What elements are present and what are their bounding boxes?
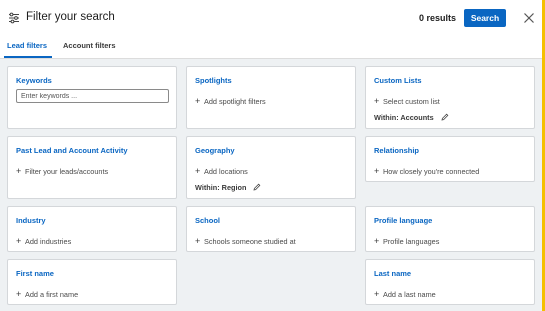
plus-icon: + [16,236,22,246]
filter-title-custom-lists: Custom Lists [374,76,422,85]
plus-icon: + [195,236,201,246]
plus-icon: + [16,289,22,299]
plus-icon: + [374,166,380,176]
filter-title-profile-language: Profile language [374,216,433,225]
within-text: Within: Accounts [374,113,434,122]
close-icon[interactable] [523,12,535,24]
pencil-icon[interactable] [253,183,261,191]
action-label: Add a last name [383,290,436,299]
filter-title-spotlights: Spotlights [195,76,232,85]
filter-card-last-name: Last name + Add a last name [365,259,535,305]
add-industries-button[interactable]: + Add industries [16,236,71,246]
filter-card-geography: Geography + Add locations Within: Region [186,136,356,199]
add-profile-language-button[interactable]: + Profile languages [374,236,439,246]
filter-title-past-activity: Past Lead and Account Activity [16,146,128,155]
add-school-button[interactable]: + Schools someone studied at [195,236,296,246]
plus-icon: + [195,96,201,106]
search-button[interactable]: Search [464,9,506,27]
action-label: Select custom list [383,97,440,106]
tab-lead-filters[interactable]: Lead filters [7,41,47,50]
within-label: Within: Region [195,183,261,192]
filter-card-profile-language: Profile language + Profile languages [365,206,535,252]
pencil-icon[interactable] [441,113,449,121]
add-spotlight-button[interactable]: + Add spotlight filters [195,96,266,106]
filter-card-industry: Industry + Add industries [7,206,177,252]
filter-leads-accounts-button[interactable]: + Filter your leads/accounts [16,166,108,176]
action-label: Add industries [25,237,72,246]
filter-tabs: Lead filters Account filters [0,36,545,59]
filter-title-geography: Geography [195,146,235,155]
filter-card-custom-lists: Custom Lists + Select custom list Within:… [365,66,535,129]
action-label: Add a first name [25,290,79,299]
keywords-input[interactable] [16,89,169,103]
add-locations-button[interactable]: + Add locations [195,166,248,176]
add-relationship-button[interactable]: + How closely you're connected [374,166,479,176]
plus-icon: + [16,166,22,176]
action-label: Add locations [204,167,248,176]
filter-title-keywords: Keywords [16,76,52,85]
filter-card-past-activity: Past Lead and Account Activity + Filter y… [7,136,177,199]
plus-icon: + [374,96,380,106]
filter-title-last-name: Last name [374,269,412,278]
modal-header: Filter your search 0 results Search [0,0,545,36]
filter-card-school: School + Schools someone studied at [186,206,356,252]
filter-title-relationship: Relationship [374,146,420,155]
filter-card-relationship: Relationship + How closely you're connect… [365,136,535,182]
sliders-icon [9,12,19,24]
action-label: Schools someone studied at [204,237,296,246]
plus-icon: + [374,236,380,246]
filter-card-first-name: First name + Add a first name [7,259,177,305]
tab-account-filters[interactable]: Account filters [63,41,116,50]
filter-card-keywords: Keywords [7,66,177,129]
filter-title-school: School [195,216,221,225]
action-label: Filter your leads/accounts [25,167,109,176]
action-label: How closely you're connected [383,167,480,176]
plus-icon: + [374,289,380,299]
page-title: Filter your search [26,11,115,23]
filter-card-spotlights: Spotlights + Add spotlight filters [186,66,356,129]
add-first-name-button[interactable]: + Add a first name [16,289,78,299]
select-custom-list-button[interactable]: + Select custom list [374,96,440,106]
active-tab-indicator [4,56,52,58]
within-text: Within: Region [195,183,247,192]
filters-panel: Keywords Spotlights +Add spotlight filte… [0,59,545,311]
action-label: Add spotlight filters [204,97,266,106]
add-last-name-button[interactable]: + Add a last name [374,289,436,299]
filter-title-industry: Industry [16,216,46,225]
plus-icon: + [195,166,201,176]
action-label: Profile languages [383,237,440,246]
results-count: 0 results [419,13,457,23]
within-label: Within: Accounts [374,113,449,122]
filter-title-first-name: First name [16,269,54,278]
